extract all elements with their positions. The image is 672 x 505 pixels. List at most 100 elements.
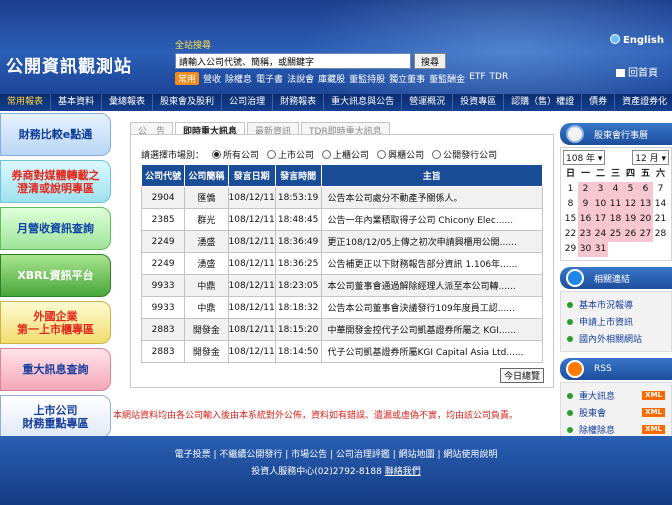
nav-item[interactable]: 股東會及股利: [153, 94, 223, 111]
market-radio[interactable]: 公開發行公司: [432, 148, 497, 161]
nav-item[interactable]: 基本資料: [51, 94, 103, 111]
nav-item[interactable]: 財務報表: [273, 94, 325, 111]
calendar-day[interactable]: 1: [563, 182, 578, 197]
calendar-day[interactable]: 12: [623, 197, 638, 212]
calendar-day[interactable]: 23: [578, 227, 593, 242]
calendar-day[interactable]: 9: [578, 197, 593, 212]
calendar-day[interactable]: 5: [623, 182, 638, 197]
quick-link[interactable]: 電子書: [256, 72, 283, 85]
calendar-day[interactable]: 22: [563, 227, 578, 242]
calendar-day[interactable]: 6: [638, 182, 653, 197]
nav-item[interactable]: 債券: [582, 94, 616, 111]
quick-link[interactable]: 除權息: [225, 72, 252, 85]
nav-item[interactable]: 投資專區: [453, 94, 505, 111]
nav-item[interactable]: 彙總報表: [102, 94, 154, 111]
side-link[interactable]: 股東會 XML: [567, 404, 671, 421]
calendar-day[interactable]: 2: [578, 182, 593, 197]
nav-item[interactable]: 資產證券化: [615, 94, 672, 111]
market-radio[interactable]: 上櫃公司: [322, 148, 369, 161]
calendar-day[interactable]: 8: [563, 197, 578, 212]
sidebar-button[interactable]: 重大訊息查詢: [0, 348, 111, 391]
market-radio[interactable]: 所有公司: [212, 148, 259, 161]
home-link[interactable]: 回首頁: [616, 64, 658, 79]
sidebar-button[interactable]: 券商對媒體轉載之 澄清或說明專區: [0, 160, 111, 203]
calendar-day[interactable]: 29: [563, 242, 578, 257]
table-row[interactable]: 9933 中鼎 108/12/11 18:18:32 公告本公司董事會決議發行109年度…: [140, 296, 544, 319]
table-row[interactable]: 2883 開發金 108/12/11 18:15:20 中華開發金控代子公司凱基證券所屬…: [140, 318, 544, 341]
table-row[interactable]: 2883 開發金 108/12/11 18:14:50 代子公司凱基證券所屬KGI Ca…: [140, 340, 544, 363]
nav-item[interactable]: 常用報表: [0, 94, 52, 111]
side-link[interactable]: 重大訊息 XML: [567, 387, 671, 404]
search-input[interactable]: [175, 53, 411, 69]
quick-link[interactable]: 庫藏股: [318, 72, 345, 85]
sidebar-button[interactable]: 月營收資訊查詢: [0, 207, 111, 250]
calendar-day[interactable]: 3: [593, 182, 608, 197]
calendar-day[interactable]: 17: [593, 212, 608, 227]
table-cell: 2249: [140, 252, 186, 275]
calendar-day[interactable]: 4: [608, 182, 623, 197]
subject-cell[interactable]: 公告補更正以下財務報告部分資訊 1.106年......: [320, 252, 544, 275]
year-select[interactable]: 108 年 ▾: [563, 150, 606, 165]
xml-badge[interactable]: XML: [642, 408, 665, 417]
nav-item[interactable]: 認購（售）權證: [504, 94, 583, 111]
subject-cell[interactable]: 公告本公司董事會決議發行109年度員工認......: [320, 296, 544, 319]
calendar-day[interactable]: 18: [608, 212, 623, 227]
site-logo[interactable]: 公開資訊觀測站: [6, 52, 132, 77]
market-radio[interactable]: 上市公司: [267, 148, 314, 161]
footer-links[interactable]: 電子投票 | 不繼續公開發行 | 市場公告 | 公司治理評鑑 | 網站地圖 | …: [0, 447, 672, 460]
quick-link[interactable]: ETF: [469, 72, 485, 85]
language-link[interactable]: English: [609, 34, 664, 46]
calendar-day[interactable]: 13: [638, 197, 653, 212]
subject-cell[interactable]: 更正108/12/05上傳之初次申請興櫃用公開......: [320, 230, 544, 253]
nav-item[interactable]: 營運概況: [402, 94, 454, 111]
calendar-day[interactable]: 15: [563, 212, 578, 227]
xml-badge[interactable]: XML: [642, 391, 665, 400]
quick-link[interactable]: TDR: [490, 72, 509, 85]
calendar-day[interactable]: 10: [593, 197, 608, 212]
calendar-day[interactable]: 27: [638, 227, 653, 242]
calendar-day[interactable]: 11: [608, 197, 623, 212]
calendar-day[interactable]: 28: [653, 227, 668, 242]
month-select[interactable]: 12 月 ▾: [632, 150, 669, 165]
quick-link[interactable]: 營收: [203, 72, 221, 85]
calendar-day[interactable]: 25: [608, 227, 623, 242]
calendar-day[interactable]: 14: [653, 197, 668, 212]
calendar-day[interactable]: 7: [653, 182, 668, 197]
sidebar-button[interactable]: 財務比較e點通: [0, 113, 111, 156]
nav-item[interactable]: 重大訊息與公告: [324, 94, 403, 111]
subject-cell[interactable]: 本公司董事會通過解除經理人派至本公司轉......: [320, 274, 544, 297]
calendar-day[interactable]: 31: [593, 242, 608, 257]
side-link[interactable]: 基本市況報導: [567, 296, 671, 313]
calendar-day[interactable]: 19: [623, 212, 638, 227]
subject-cell[interactable]: 中華開發金控代子公司凱基證券所屬之 KGI......: [320, 318, 544, 341]
quick-link[interactable]: 法說會: [287, 72, 314, 85]
subject-cell[interactable]: 公告本公司處分不動產予關係人。: [320, 186, 544, 209]
calendar-day[interactable]: 21: [653, 212, 668, 227]
calendar-day[interactable]: 20: [638, 212, 653, 227]
today-overview-button[interactable]: 今日總覽: [499, 368, 544, 383]
xml-badge[interactable]: XML: [642, 425, 665, 434]
contact-us-link[interactable]: 聯絡我們: [385, 467, 421, 477]
table-row[interactable]: 2385 群光 108/12/11 18:48:45 公告一年內業積取得子公司 Chic…: [140, 208, 544, 231]
calendar-day[interactable]: 24: [593, 227, 608, 242]
table-row[interactable]: 2904 匯僑 108/12/11 18:53:19 公告本公司處分不動產予關係人。: [140, 186, 544, 209]
sidebar-button[interactable]: 外國企業 第一上市櫃專區: [0, 301, 111, 344]
quick-link[interactable]: 獨立董事: [389, 72, 425, 85]
market-radio[interactable]: 興櫃公司: [377, 148, 424, 161]
table-row[interactable]: 9933 中鼎 108/12/11 18:23:05 本公司董事會通過解除經理人派至本公…: [140, 274, 544, 297]
table-row[interactable]: 2249 湧盛 108/12/11 18:36:25 公告補更正以下財務報告部分資訊 1…: [140, 252, 544, 275]
sidebar-button[interactable]: 上市公司 財務重點專區: [0, 395, 111, 438]
calendar-day[interactable]: 30: [578, 242, 593, 257]
side-link[interactable]: 國內外相關網站: [567, 330, 671, 347]
search-button[interactable]: 搜尋: [414, 53, 446, 69]
calendar-day[interactable]: 26: [623, 227, 638, 242]
side-link[interactable]: 申請上市資訊: [567, 313, 671, 330]
subject-cell[interactable]: 代子公司凱基證券所屬KGI Capital Asia Ltd......: [320, 340, 544, 363]
nav-item[interactable]: 公司治理: [222, 94, 274, 111]
quick-link[interactable]: 董監酬金: [429, 72, 465, 85]
subject-cell[interactable]: 公告一年內業積取得子公司 Chicony Elec......: [320, 208, 544, 231]
quick-link[interactable]: 董監持股: [349, 72, 385, 85]
table-row[interactable]: 2249 湧盛 108/12/11 18:36:49 更正108/12/05上傳之初次申…: [140, 230, 544, 253]
calendar-day[interactable]: 16: [578, 212, 593, 227]
sidebar-button[interactable]: XBRL資訊平台: [0, 254, 111, 297]
